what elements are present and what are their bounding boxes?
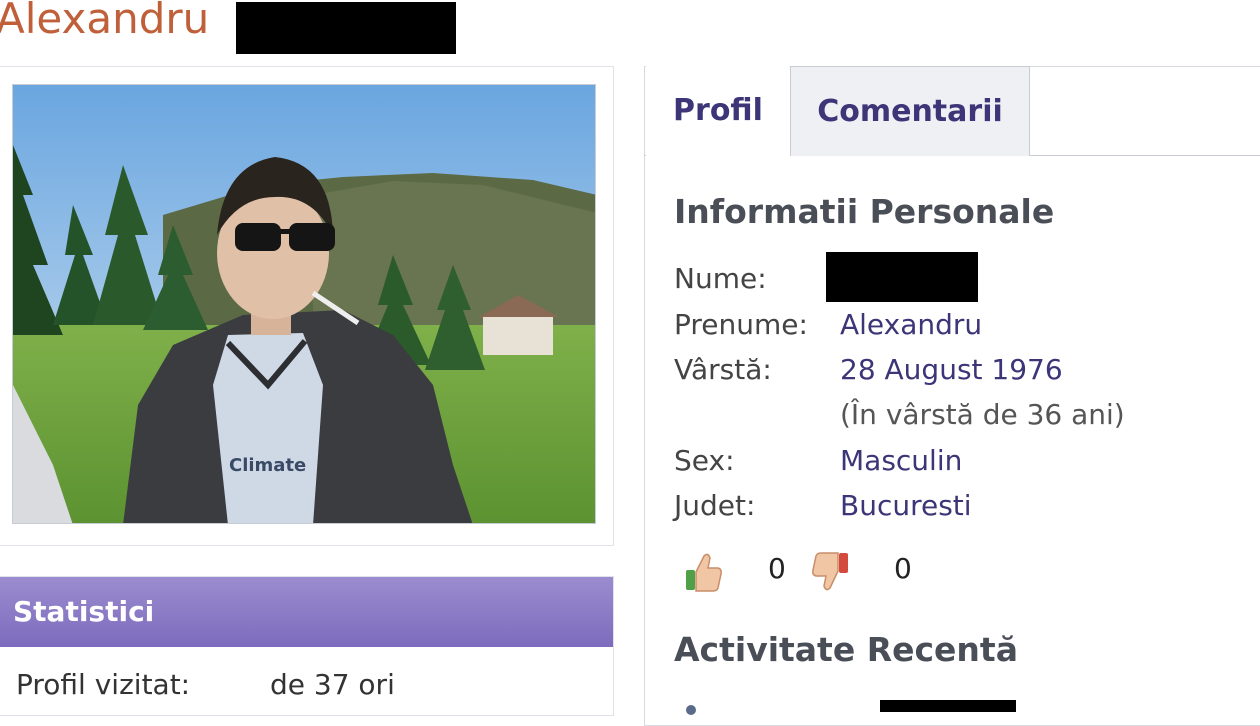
redacted-activity — [880, 700, 1016, 712]
prenume-value: Alexandru — [840, 308, 983, 341]
profile-photo[interactable]: Climate — [12, 84, 596, 524]
info-row-sex: Sex: Masculin — [674, 444, 962, 477]
personal-info-title: Informatii Personale — [674, 192, 1055, 231]
info-row-varsta: Vârstă: 28 August 1976 — [674, 353, 1063, 386]
nume-label: Nume: — [674, 262, 767, 295]
tab-comentarii[interactable]: Comentarii — [790, 66, 1030, 156]
svg-text:Climate: Climate — [229, 455, 306, 476]
varsta-label: Vârstă: — [674, 353, 772, 386]
stats-visits-row: Profil vizitat: de 37 ori — [16, 668, 395, 701]
prenume-label: Prenume: — [674, 308, 808, 341]
varsta-value: 28 August 1976 — [840, 353, 1063, 386]
redacted-last-name — [236, 2, 456, 54]
judet-label: Judet: — [674, 489, 756, 522]
user-icon — [680, 700, 702, 719]
redacted-nume-value — [826, 252, 978, 302]
thumbs-up-icon[interactable] — [684, 550, 724, 594]
varsta-age: (În vârstă de 36 ani) — [840, 398, 1125, 431]
info-row-prenume: Prenume: Alexandru — [674, 308, 982, 341]
profile-panel — [644, 66, 1260, 726]
stats-title: Statistici — [0, 577, 613, 647]
tab-profil[interactable]: Profil — [646, 66, 790, 156]
visits-label: Profil vizitat: — [16, 668, 191, 701]
sex-label: Sex: — [674, 444, 735, 477]
thumbs-down-icon[interactable] — [810, 550, 850, 594]
sex-value[interactable]: Masculin — [840, 444, 962, 477]
dislikes-count: 0 — [894, 552, 912, 585]
info-row-nume: Nume: — [674, 262, 767, 295]
visits-value: de 37 ori — [270, 668, 395, 701]
info-row-judet: Judet: Bucuresti — [674, 489, 972, 522]
activity-title: Activitate Recentă — [674, 630, 1018, 669]
profile-name: Alexandru — [0, 0, 210, 43]
judet-value[interactable]: Bucuresti — [840, 489, 972, 522]
likes-count: 0 — [768, 552, 786, 585]
